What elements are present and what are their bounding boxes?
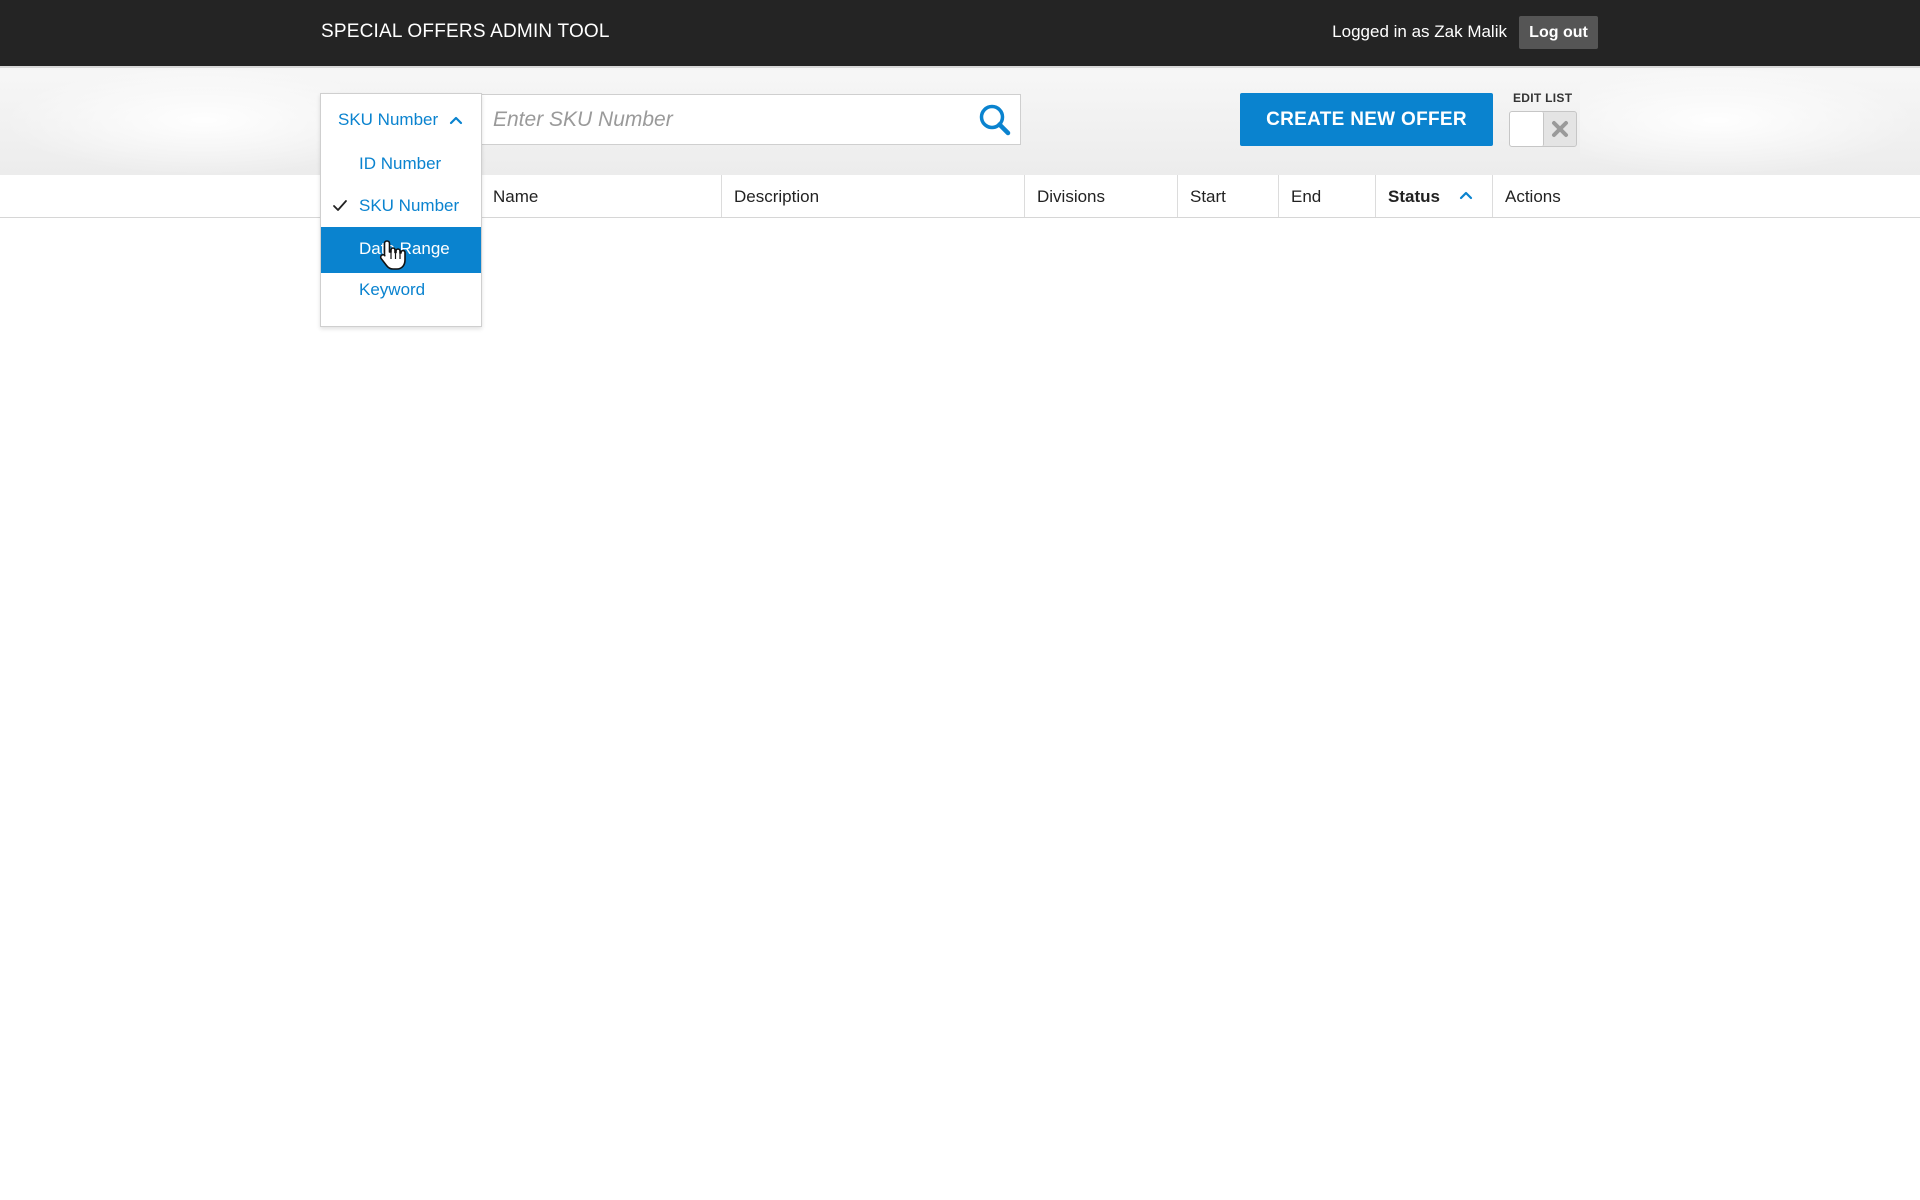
search-type-selected: SKU Number: [338, 110, 439, 129]
toggle-knob: [1510, 112, 1544, 146]
dropdown-option-label: SKU Number: [359, 196, 460, 215]
dropdown-option-keyword[interactable]: Keyword: [321, 269, 481, 311]
column-header-name[interactable]: Name: [481, 175, 722, 217]
dropdown-option-sku-number[interactable]: SKU Number: [321, 185, 481, 227]
column-header-end[interactable]: End: [1279, 175, 1376, 217]
chevron-up-icon: [449, 116, 463, 125]
column-header-start[interactable]: Start: [1178, 175, 1279, 217]
hand-cursor-icon: [379, 240, 406, 270]
search-icon: [979, 104, 1011, 136]
search-type-select[interactable]: SKU Number: [321, 94, 481, 144]
dropdown-option-label: ID Number: [359, 154, 442, 173]
edit-list-label: EDIT LIST: [1513, 91, 1573, 105]
app-title: SPECIAL OFFERS ADMIN TOOL: [321, 21, 610, 42]
sort-ascending-icon: [1459, 191, 1473, 200]
top-bar: SPECIAL OFFERS ADMIN TOOL Logged in as Z…: [0, 0, 1920, 66]
edit-list-toggle[interactable]: [1509, 111, 1577, 147]
search-box: [480, 94, 1021, 145]
logout-button[interactable]: Log out: [1519, 16, 1598, 49]
create-new-offer-button[interactable]: CREATE NEW OFFER: [1240, 93, 1493, 146]
search-type-dropdown[interactable]: SKU Number ID Number SKU Number Date Ran…: [320, 93, 482, 327]
column-header-status-label: Status: [1388, 187, 1440, 206]
search-button[interactable]: [976, 101, 1014, 139]
dropdown-option-label: Keyword: [359, 280, 426, 299]
search-input[interactable]: [481, 95, 961, 144]
x-icon: [1552, 121, 1568, 137]
column-header-description[interactable]: Description: [722, 175, 1025, 217]
table-header: Name Description Divisions Start End Sta…: [0, 175, 1920, 218]
check-icon: [333, 200, 347, 211]
column-header-actions: Actions: [1505, 187, 1561, 206]
column-header-divisions[interactable]: Divisions: [1025, 175, 1178, 217]
logged-in-user-text: Logged in as Zak Malik: [1332, 22, 1507, 41]
dropdown-option-id-number[interactable]: ID Number: [321, 143, 481, 185]
column-header-status[interactable]: Status: [1376, 175, 1493, 217]
